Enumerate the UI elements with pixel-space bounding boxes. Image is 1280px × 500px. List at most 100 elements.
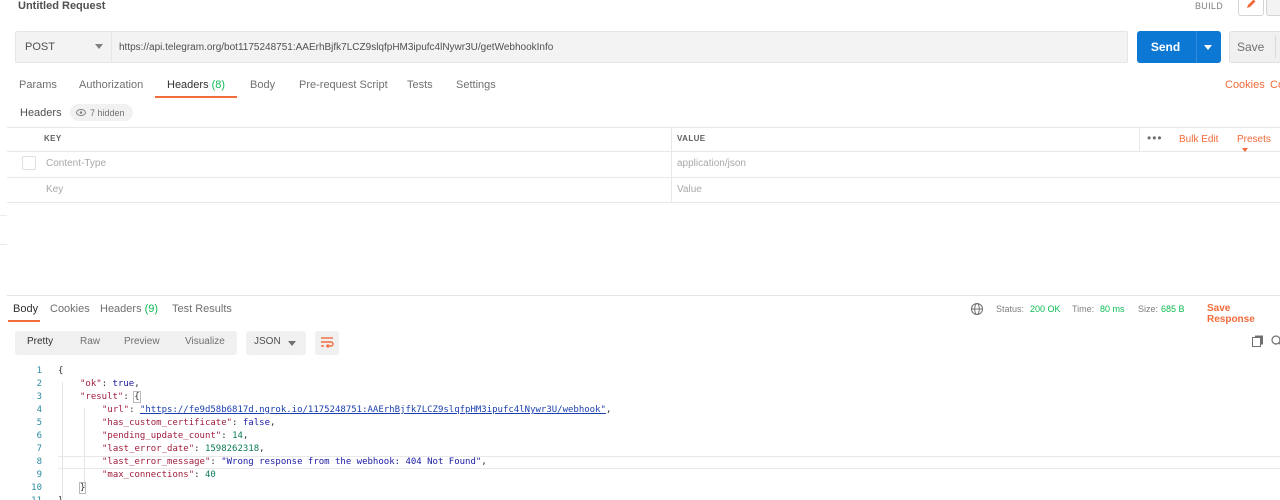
response-tab-headers-count: (9): [144, 303, 159, 315]
active-tab-indicator: [155, 96, 237, 98]
response-tab-test-results[interactable]: Test Results: [172, 303, 232, 315]
tab-headers-count: (8): [211, 79, 226, 91]
bulk-edit-link[interactable]: Bulk Edit: [1179, 134, 1218, 145]
send-button[interactable]: Send: [1137, 31, 1221, 63]
tab-params[interactable]: Params: [19, 79, 57, 99]
copy-icon[interactable]: [1252, 335, 1264, 350]
json-key: "last_error_message": [102, 457, 211, 467]
divider: [0, 244, 7, 245]
send-label: Send: [1150, 40, 1181, 54]
json-value: 40: [204, 470, 216, 480]
tab-prerequest-script[interactable]: Pre-request Script: [299, 79, 388, 99]
code-line: "has_custom_certificate": false,: [102, 418, 276, 428]
view-raw[interactable]: Raw: [80, 336, 100, 347]
response-tab-cookies[interactable]: Cookies: [50, 303, 90, 315]
header-value-cell[interactable]: application/json: [677, 158, 746, 169]
save-divider: [1275, 36, 1276, 58]
line-number: 6: [36, 431, 42, 441]
code-line: "pending_update_count": 14,: [102, 431, 249, 441]
presets-dropdown[interactable]: Presets: [1237, 134, 1280, 156]
save-response-button[interactable]: Save Response: [1207, 303, 1280, 325]
json-key: "url": [102, 405, 130, 415]
build-mode-label[interactable]: BUILD: [1195, 1, 1223, 11]
header-key-cell[interactable]: Content-Type: [46, 158, 106, 169]
code-line: }: [78, 482, 87, 494]
edit-button[interactable]: [1238, 0, 1264, 16]
indent-guide: [84, 408, 85, 488]
response-tab-headers[interactable]: Headers (9): [100, 303, 158, 315]
json-key: "ok": [80, 379, 102, 389]
json-key: "pending_update_count": [102, 431, 222, 441]
code-line: "last_error_date": 1598262318,: [102, 444, 265, 454]
json-value: 14: [232, 431, 243, 441]
new-header-key-input[interactable]: Key: [46, 184, 63, 195]
json-value: false: [242, 418, 270, 428]
url-bar: POST: [15, 31, 1128, 63]
more-options-icon[interactable]: •••: [1147, 131, 1163, 145]
table-row-border: [7, 177, 1280, 178]
wrap-lines-icon: [320, 336, 334, 351]
wrap-lines-button[interactable]: [315, 331, 339, 355]
chevron-down-icon[interactable]: [1204, 45, 1212, 50]
status-value[interactable]: 200 OK: [1030, 304, 1061, 314]
json-brace: }: [78, 482, 87, 494]
headers-section-label: Headers: [20, 107, 62, 119]
code-line: "url": "https://fe9d58b6817d.ngrok.io/11…: [102, 405, 612, 415]
globe-icon[interactable]: [970, 302, 984, 316]
json-key: "max_connections": [102, 470, 195, 480]
save-button[interactable]: Save: [1229, 31, 1280, 63]
method-select[interactable]: POST: [16, 32, 112, 62]
column-value-header: VALUE: [677, 134, 706, 143]
json-key: "has_custom_certificate": [102, 418, 233, 428]
code-link[interactable]: Co: [1270, 79, 1280, 91]
status-label: Status:: [996, 304, 1025, 314]
line-number: 9: [36, 470, 42, 480]
size-value[interactable]: 685 B: [1161, 304, 1185, 314]
view-preview[interactable]: Preview: [124, 336, 160, 347]
documentation-button[interactable]: [1266, 0, 1280, 16]
pencil-icon: [1245, 0, 1257, 13]
response-tab-headers-label: Headers: [100, 303, 142, 315]
fold-icon[interactable]: [44, 394, 52, 402]
code-line: "last_error_message": "Wrong response fr…: [102, 457, 487, 467]
column-key-header: KEY: [44, 134, 62, 143]
fold-icon[interactable]: [44, 368, 52, 376]
url-input[interactable]: [119, 32, 1109, 62]
view-visualize[interactable]: Visualize: [185, 336, 225, 347]
column-divider: [671, 128, 672, 203]
format-value: JSON: [254, 336, 281, 347]
tab-tests[interactable]: Tests: [407, 79, 433, 99]
line-number: 11: [0, 496, 42, 500]
json-key: "result": [80, 392, 124, 402]
presets-label: Presets: [1237, 134, 1271, 145]
json-brace: {: [133, 391, 141, 403]
chevron-down-icon: [288, 341, 296, 346]
format-select[interactable]: JSON: [246, 331, 306, 355]
line-number: 4: [36, 405, 42, 415]
time-value[interactable]: 80 ms: [1100, 304, 1125, 314]
column-divider: [1139, 128, 1140, 152]
tab-authorization[interactable]: Authorization: [79, 79, 143, 99]
response-divider[interactable]: [7, 295, 1280, 296]
view-pretty[interactable]: Pretty: [27, 336, 53, 347]
header-row-checkbox[interactable]: [22, 156, 36, 170]
save-label: Save: [1237, 40, 1265, 54]
cookies-link[interactable]: Cookies: [1225, 79, 1265, 91]
hidden-headers-toggle[interactable]: 7 hidden: [70, 104, 133, 121]
code-line: }: [58, 496, 63, 500]
line-number: 1: [36, 366, 42, 376]
view-mode-selector: Pretty Raw Preview Visualize: [15, 331, 237, 355]
new-header-value-input[interactable]: Value: [677, 184, 702, 195]
response-tab-body[interactable]: Body: [13, 303, 38, 315]
tab-body[interactable]: Body: [250, 79, 275, 99]
hidden-headers-count: 7 hidden: [90, 107, 125, 118]
webhook-url-link[interactable]: "https://fe9d58b6817d.ngrok.io/117524875…: [140, 405, 606, 415]
search-icon[interactable]: [1271, 335, 1280, 350]
json-brace: {: [58, 366, 64, 376]
code-line: "ok": true,: [80, 379, 140, 389]
code-line: "max_connections": 40: [102, 470, 216, 480]
tab-settings[interactable]: Settings: [456, 79, 496, 99]
request-title[interactable]: Untitled Request: [18, 0, 105, 12]
line-number: 7: [36, 444, 42, 454]
eye-icon: [76, 108, 86, 118]
